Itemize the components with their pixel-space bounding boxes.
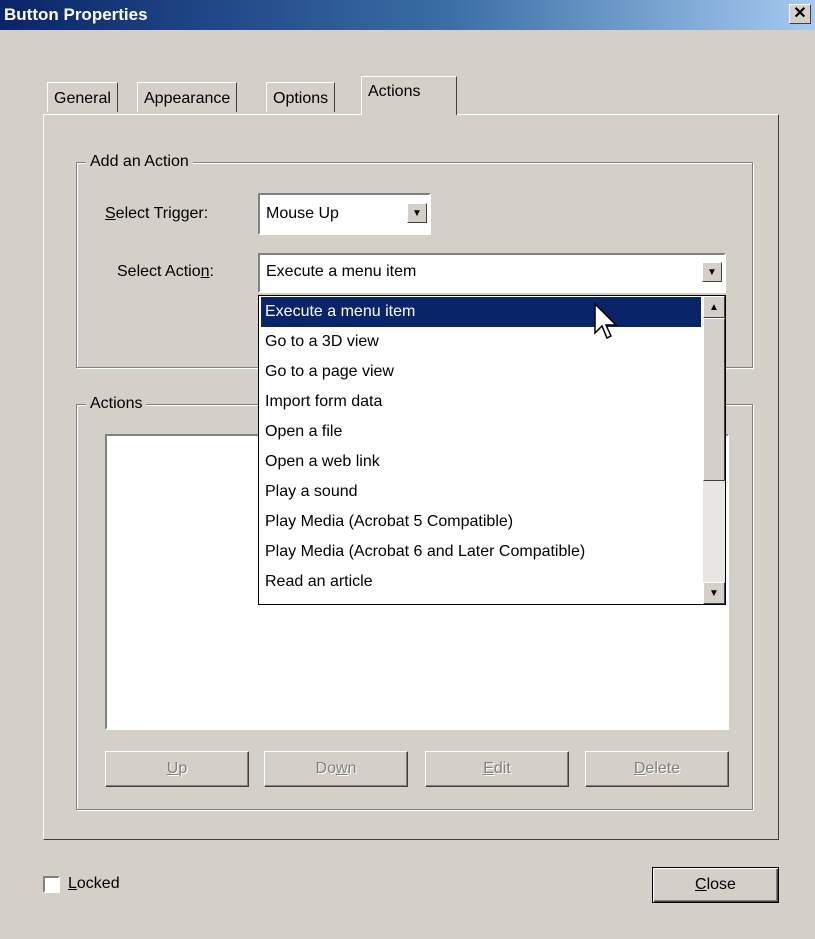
dropdown-option[interactable]: Play Media (Acrobat 6 and Later Compatib… [261,537,701,567]
action-dropdown-list[interactable]: Execute a menu item Go to a 3D view Go to … [258,295,726,605]
delete-button[interactable]: Delete [585,751,729,787]
add-action-legend: Add an Action [86,153,193,171]
dropdown-option[interactable]: Go to a page view [261,357,701,387]
mouse-cursor-icon [594,303,618,340]
title-bar: Button Properties ✕ [0,0,815,30]
dropdown-option[interactable]: Import form data [261,387,701,417]
chevron-down-icon[interactable]: ▼ [407,203,427,223]
select-trigger-dropdown[interactable]: Mouse Up ▼ [258,193,431,235]
tab-actions[interactable]: Actions [361,76,457,115]
dropdown-option[interactable]: Open a file [261,417,701,447]
select-action-dropdown[interactable]: Execute a menu item ▼ [258,253,726,293]
dropdown-option[interactable]: Read an article [261,567,701,597]
dropdown-option[interactable]: Execute a menu item [261,297,701,327]
actions-legend: Actions [86,395,147,413]
tab-label: Options [273,90,329,107]
locked-label: Locked [68,875,120,892]
dropdown-scrollbar[interactable]: ▲ ▼ [703,296,725,604]
scrollbar-thumb[interactable] [703,318,725,481]
tab-general[interactable]: General [47,82,118,112]
scroll-up-icon[interactable]: ▲ [703,296,725,318]
trigger-value: Mouse Up [266,205,339,222]
tab-appearance[interactable]: Appearance [137,82,238,112]
action-value: Execute a menu item [266,263,417,280]
select-trigger-label: Select Trigger: [105,205,209,222]
edit-button[interactable]: Edit [425,751,569,787]
scroll-down-icon[interactable]: ▼ [703,582,725,604]
chevron-down-icon[interactable]: ▼ [702,262,722,282]
dropdown-option[interactable]: Go to a 3D view [261,327,701,357]
close-button[interactable]: Close [652,867,779,903]
dropdown-option[interactable]: Play a sound [261,477,701,507]
tab-label: General [54,90,111,107]
down-button[interactable]: Down [264,751,408,787]
up-button[interactable]: Up [105,751,249,787]
tab-options[interactable]: Options [266,82,336,112]
dropdown-option[interactable]: Open a web link [261,447,701,477]
select-action-label: Select Action: [117,263,214,280]
close-window-button[interactable]: ✕ [789,4,811,24]
close-icon: ✕ [793,5,807,22]
window-title: Button Properties [4,5,148,24]
tab-label: Actions [368,83,421,100]
tab-label: Appearance [144,90,231,107]
locked-checkbox[interactable] [43,876,60,893]
dropdown-option[interactable]: Play Media (Acrobat 5 Compatible) [261,507,701,537]
